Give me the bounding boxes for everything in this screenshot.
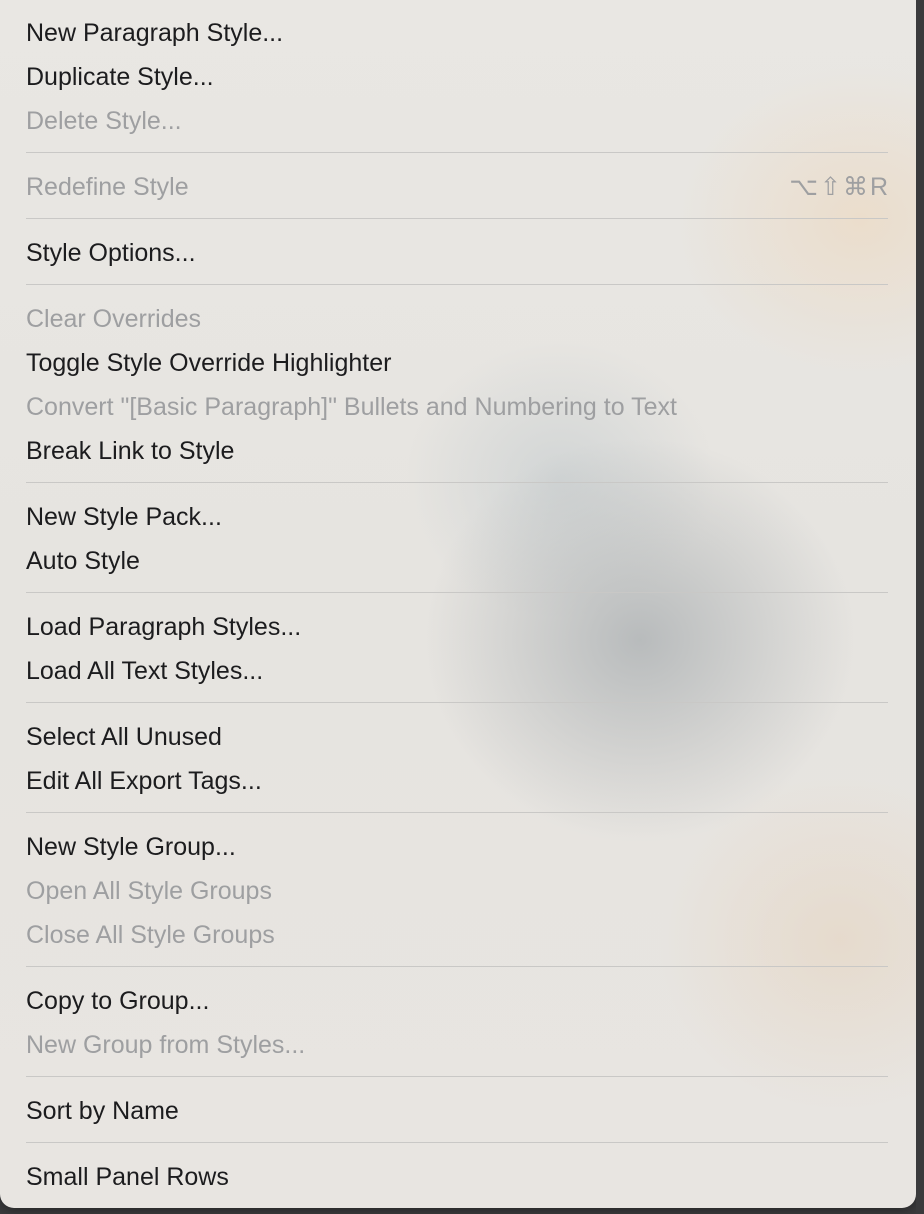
- menu-separator: [26, 702, 888, 703]
- menu-item-delete-style: Delete Style...: [26, 107, 182, 135]
- menu-item-load-paragraph-styles[interactable]: Load Paragraph Styles...: [26, 605, 890, 649]
- menu-item-shortcut: ⌥⇧⌘R: [789, 173, 890, 201]
- menu-item-sort-by-name[interactable]: Sort by Name: [26, 1089, 890, 1133]
- menu-item-load-all-text-styles[interactable]: Load All Text Styles...: [26, 649, 890, 693]
- menu-separator: [26, 152, 888, 153]
- menu-item-select-all-unused[interactable]: Select All Unused: [26, 715, 890, 759]
- menu-item-edit-all-export-tags[interactable]: Edit All Export Tags...: [26, 759, 890, 803]
- menu-separator: [26, 812, 888, 813]
- menu-separator: [26, 482, 888, 483]
- menu-separator: [26, 218, 888, 219]
- menu-item-convert-bullets-to-text: Convert "[Basic Paragraph]" Bullets and …: [26, 393, 677, 421]
- menu-item-new-group-from-styles: New Group from Styles...: [26, 1031, 306, 1059]
- menu-item-redefine-style: Redefine Style ⌥⇧⌘R: [26, 165, 890, 209]
- panel-options-menu: New Paragraph Style... Duplicate Style..…: [0, 0, 916, 1208]
- menu-item-style-options[interactable]: Style Options...: [26, 231, 890, 275]
- menu-item-clear-overrides: Clear Overrides: [26, 305, 202, 333]
- menu-item-break-link-to-style[interactable]: Break Link to Style: [26, 429, 890, 473]
- menu-separator: [26, 966, 888, 967]
- menu-item-auto-style[interactable]: Auto Style: [26, 539, 890, 583]
- menu-item-duplicate-style[interactable]: Duplicate Style...: [26, 55, 890, 99]
- menu-item-copy-to-group[interactable]: Copy to Group...: [26, 979, 890, 1023]
- menu-separator: [26, 1076, 888, 1077]
- menu-item-small-panel-rows[interactable]: Small Panel Rows: [26, 1155, 890, 1199]
- menu-item-new-style-pack[interactable]: New Style Pack...: [26, 495, 890, 539]
- menu-item-close-all-style-groups: Close All Style Groups: [26, 921, 275, 949]
- menu-separator: [26, 592, 888, 593]
- menu-item-open-all-style-groups: Open All Style Groups: [26, 877, 272, 905]
- menu-item-toggle-style-override-highlighter[interactable]: Toggle Style Override Highlighter: [26, 341, 890, 385]
- menu-item-new-style-group[interactable]: New Style Group...: [26, 825, 890, 869]
- menu-item-new-paragraph-style[interactable]: New Paragraph Style...: [26, 11, 890, 55]
- menu-separator: [26, 1142, 888, 1143]
- background-window-edge: [916, 0, 924, 1214]
- menu-separator: [26, 284, 888, 285]
